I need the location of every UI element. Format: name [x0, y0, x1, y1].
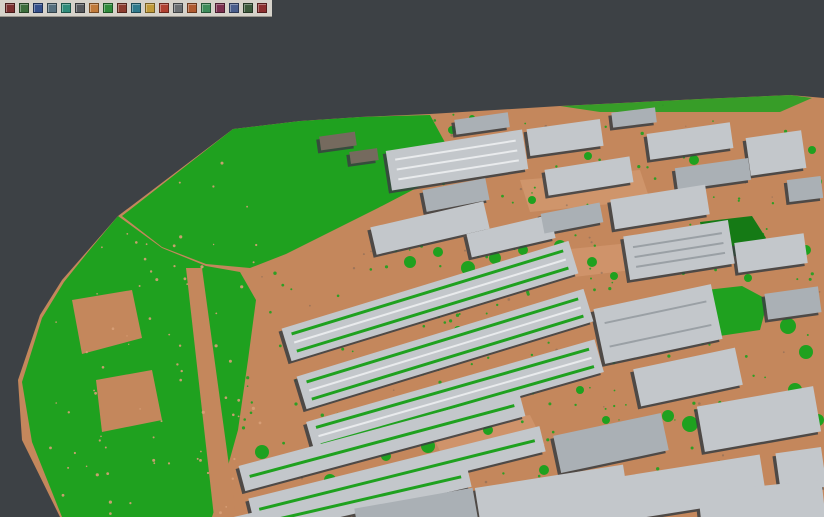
- settings-icon[interactable]: [173, 3, 183, 13]
- camera-icon[interactable]: [243, 3, 253, 13]
- terrain-icon[interactable]: [89, 3, 99, 13]
- mesh-icon[interactable]: [61, 3, 71, 13]
- measure-icon[interactable]: [145, 3, 155, 13]
- sphere-icon[interactable]: [131, 3, 141, 13]
- classify-icon[interactable]: [117, 3, 127, 13]
- crop-icon[interactable]: [187, 3, 197, 13]
- layers-icon[interactable]: [75, 3, 85, 13]
- save-icon[interactable]: [33, 3, 43, 13]
- scene-canvas: [0, 0, 824, 517]
- grid-icon[interactable]: [201, 3, 211, 13]
- palette-icon[interactable]: [215, 3, 225, 13]
- toolbar: [0, 0, 272, 17]
- open-icon[interactable]: [19, 3, 29, 13]
- viewport-3d[interactable]: [0, 0, 824, 517]
- app-window: [0, 0, 824, 517]
- vegetation-icon[interactable]: [103, 3, 113, 13]
- point-cloud-icon[interactable]: [47, 3, 57, 13]
- target-icon[interactable]: [159, 3, 169, 13]
- help-icon[interactable]: [257, 3, 267, 13]
- globe-icon[interactable]: [229, 3, 239, 13]
- new-scene-icon[interactable]: [5, 3, 15, 13]
